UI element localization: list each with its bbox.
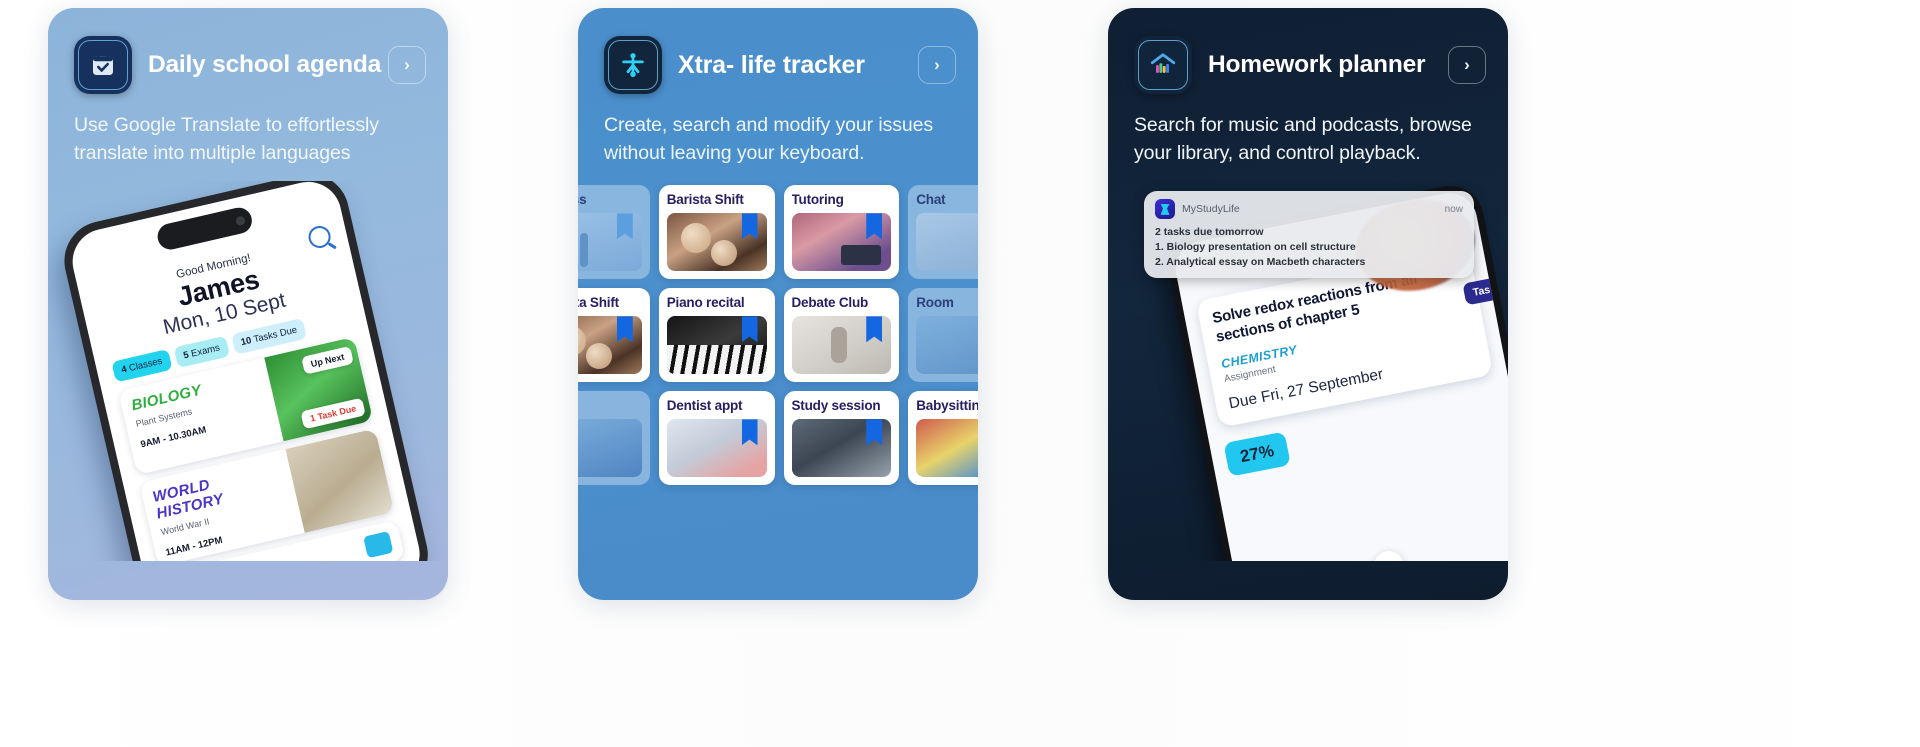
- tile-image: [916, 213, 978, 272]
- calendar-check-icon: [74, 36, 132, 94]
- card-media: Solve redox reactions from all sections …: [1108, 181, 1508, 562]
- progress-badge: 27%: [1223, 431, 1291, 477]
- card-media: n class Barista Shift Tutoring Chat Bari…: [578, 181, 978, 561]
- person-activity-icon: [604, 36, 662, 94]
- card-next-button[interactable]: ›: [1448, 46, 1486, 84]
- phone-notch: [155, 205, 255, 253]
- tile-image: [666, 419, 767, 478]
- tile-image: [578, 213, 642, 272]
- tile-label: Piano recital: [666, 295, 745, 311]
- icon-ring: [1138, 40, 1188, 90]
- tile-label: oom: [578, 398, 642, 413]
- card-header: Daily school agenda ›: [48, 8, 448, 94]
- tile-image: [791, 213, 892, 272]
- tile-label: Room: [916, 295, 954, 311]
- glyph: [1160, 203, 1170, 215]
- card-description: Search for music and podcasts, browse yo…: [1134, 114, 1472, 164]
- notification-app-name: MyStudyLife: [1182, 203, 1240, 216]
- bookmark-icon: [741, 213, 758, 240]
- bookmark-icon: [616, 213, 633, 240]
- tile-image: [791, 316, 892, 375]
- pill-label: Exams: [187, 342, 221, 361]
- notification-headline: 2 tasks due tomorrow: [1155, 226, 1264, 239]
- bookmark-icon: [866, 419, 883, 446]
- card-title: Xtra- life tracker: [678, 50, 865, 79]
- library-books-house-icon: [1134, 36, 1192, 94]
- bookmark-icon: [741, 316, 758, 343]
- audio-wave-icon[interactable]: ◑: [1371, 548, 1407, 562]
- notification-banner[interactable]: MyStudyLife now 2 tasks due tomorrow 1. …: [1144, 191, 1474, 279]
- task-badge: Tas: [1462, 277, 1501, 306]
- card-homework-planner[interactable]: Homework planner › Search for music and …: [1108, 8, 1508, 600]
- tile-label: n class: [578, 192, 587, 208]
- notification-item: 2. Analytical essay on Macbeth character…: [1155, 256, 1366, 269]
- card-header: Homework planner ›: [1108, 8, 1508, 94]
- card-header: Xtra- life tracker ›: [578, 8, 978, 94]
- tile-image: [578, 316, 642, 375]
- tile-item[interactable]: Room: [908, 288, 978, 383]
- class-thumbnail: [363, 531, 394, 559]
- card-description: Create, search and modify your issues wi…: [604, 114, 934, 164]
- tile-item[interactable]: n class: [578, 185, 650, 280]
- tile-label: Babysitting: [916, 398, 978, 414]
- tile-label: Dentist appt: [666, 398, 743, 414]
- tile-image: [666, 213, 767, 272]
- tile-item[interactable]: Debate Club: [783, 288, 900, 383]
- card-next-button[interactable]: ›: [388, 46, 426, 84]
- activity-tile-grid: n class Barista Shift Tutoring Chat Bari…: [578, 185, 978, 486]
- icon-ring: [608, 40, 658, 90]
- tile-item[interactable]: Barista Shift: [658, 185, 775, 280]
- phone-mockup: Good Morning! James Mon, 10 Sept 4 Class…: [56, 181, 436, 562]
- tile-item[interactable]: Dentist appt: [658, 391, 775, 486]
- tile-item[interactable]: Barista Shift: [578, 288, 650, 383]
- tile-item[interactable]: Chat: [908, 185, 978, 280]
- phone-frame: Good Morning! James Mon, 10 Sept 4 Class…: [56, 181, 436, 562]
- tile-image: [666, 316, 767, 375]
- tile-image: [578, 419, 642, 478]
- notification-time: now: [1444, 203, 1463, 215]
- camera-dot-icon: [234, 215, 246, 227]
- tile-label: Study session: [791, 398, 881, 414]
- tile-item[interactable]: Tutoring: [783, 185, 900, 280]
- bookmark-icon: [866, 213, 883, 240]
- tile-item[interactable]: oom: [578, 391, 650, 486]
- card-title: Daily school agenda: [148, 51, 382, 78]
- pill-label: Tasks Due: [250, 324, 299, 347]
- class-thumbnail: [285, 428, 395, 534]
- card-title: Homework planner: [1208, 51, 1426, 78]
- pill-exams[interactable]: 5 Exams: [173, 336, 230, 369]
- tile-label: Tutoring: [791, 192, 844, 208]
- app-preview-gallery: Daily school agenda › Use Google Transla…: [0, 0, 1920, 747]
- bookmark-icon: [866, 316, 883, 343]
- tile-label: Chat: [916, 192, 946, 208]
- card-media: Good Morning! James Mon, 10 Sept 4 Class…: [48, 181, 448, 562]
- tile-label: Barista Shift: [578, 295, 619, 311]
- tile-item[interactable]: Piano recital: [658, 288, 775, 383]
- phone-screen: Good Morning! James Mon, 10 Sept 4 Class…: [66, 181, 427, 562]
- tile-label: Debate Club: [791, 295, 869, 311]
- notification-item: 1. Biology presentation on cell structur…: [1155, 241, 1356, 254]
- pill-classes[interactable]: 4 Classes: [111, 349, 173, 383]
- pill-label: Classes: [125, 356, 164, 375]
- card-xtra-life-tracker[interactable]: Xtra- life tracker › Create, search and …: [578, 8, 978, 600]
- notification-header: MyStudyLife now: [1155, 199, 1463, 220]
- tile-image: [916, 419, 978, 478]
- card-next-button[interactable]: ›: [918, 46, 956, 84]
- card-daily-school-agenda[interactable]: Daily school agenda › Use Google Transla…: [48, 8, 448, 600]
- card-description: Use Google Translate to effortlessly tra…: [74, 114, 379, 164]
- mystudylife-app-icon: [1155, 199, 1175, 220]
- tile-image: [791, 419, 892, 478]
- bookmark-icon: [616, 316, 633, 343]
- icon-ring: [78, 40, 128, 90]
- tile-label: Barista Shift: [666, 192, 744, 208]
- bookmark-icon: [741, 419, 758, 446]
- tile-image: [916, 316, 978, 375]
- tile-item[interactable]: Babysitting: [908, 391, 978, 486]
- tile-item[interactable]: Study session: [783, 391, 900, 486]
